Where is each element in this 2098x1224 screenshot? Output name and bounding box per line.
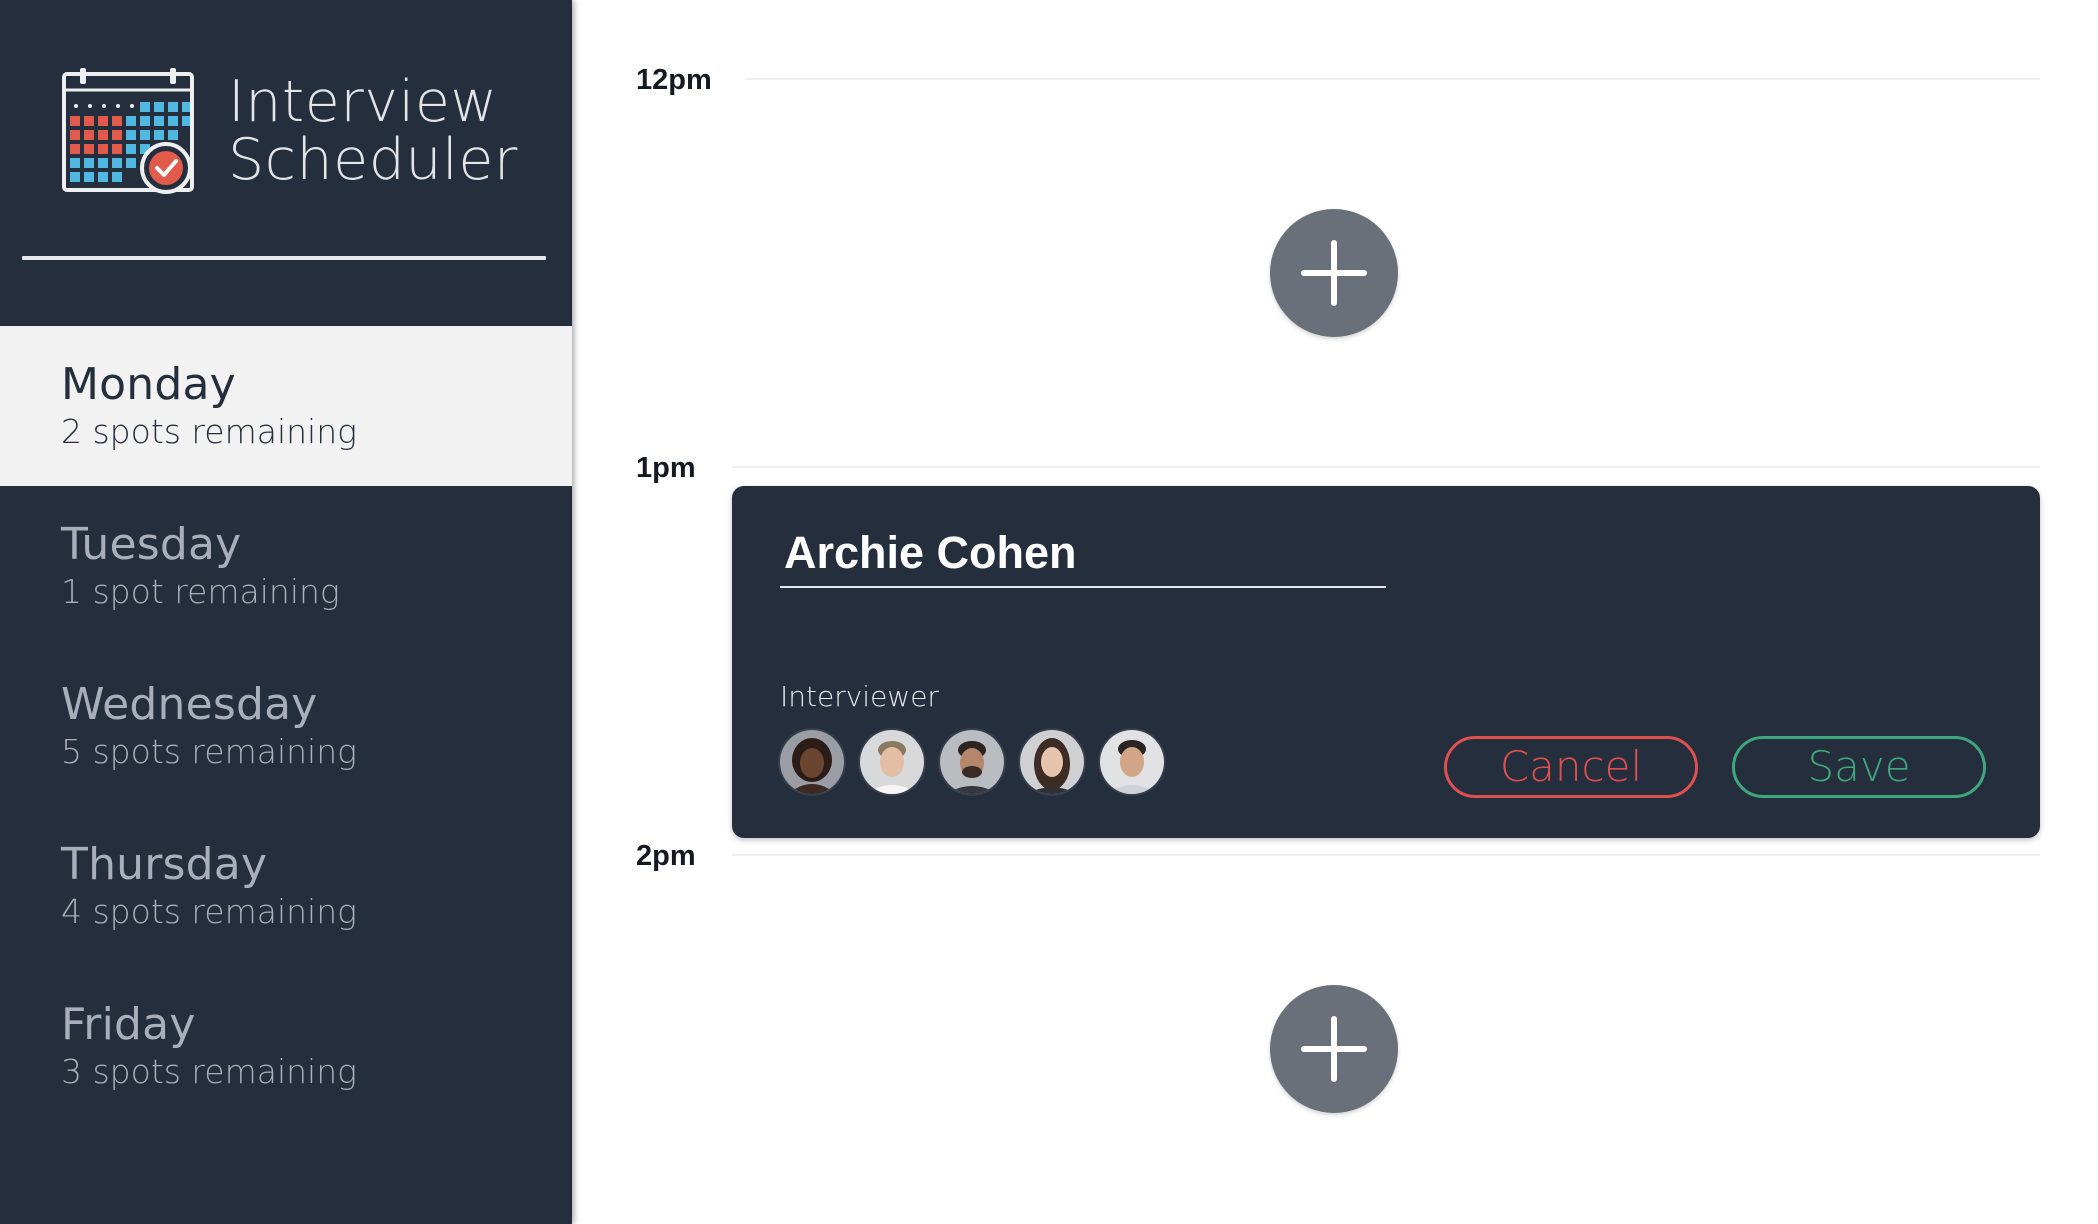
day-spots-remaining: 2 spots remaining [61, 412, 357, 451]
add-appointment-button[interactable] [1270, 209, 1398, 337]
plus-icon [1301, 1016, 1367, 1082]
day-name: Tuesday [61, 519, 242, 570]
cancel-button[interactable]: Cancel [1444, 736, 1698, 798]
hour-divider [732, 854, 2040, 856]
brand: Interview Scheduler [62, 68, 518, 194]
sidebar-divider [22, 256, 546, 260]
day-spots-remaining: 5 spots remaining [61, 732, 357, 771]
day-name: Wednesday [61, 679, 318, 730]
day-item-friday[interactable]: Friday 3 spots remaining [0, 966, 572, 1126]
day-spots-remaining: 3 spots remaining [61, 1052, 357, 1091]
day-item-monday[interactable]: Monday 2 spots remaining [0, 326, 572, 486]
interviewer-avatar-1[interactable] [780, 730, 844, 794]
interviewer-label: Interviewer [780, 680, 939, 713]
day-name: Thursday [61, 839, 268, 890]
avatar [1020, 730, 1084, 794]
app-title: Interview Scheduler [228, 73, 518, 189]
plus-icon [1301, 240, 1367, 306]
interviewer-list [780, 730, 1180, 794]
app-title-line-1: Interview [228, 69, 498, 135]
add-appointment-button[interactable] [1270, 985, 1398, 1113]
calendar-check-icon [62, 68, 194, 194]
day-list: Monday 2 spots remaining Tuesday 1 spot … [0, 326, 572, 1126]
app-title-line-2: Scheduler [228, 127, 518, 193]
sidebar: Interview Scheduler Monday 2 spots remai… [0, 0, 572, 1224]
interviewer-avatar-5[interactable] [1100, 730, 1164, 794]
interviewer-avatar-3[interactable] [940, 730, 1004, 794]
day-item-thursday[interactable]: Thursday 4 spots remaining [0, 806, 572, 966]
day-item-wednesday[interactable]: Wednesday 5 spots remaining [0, 646, 572, 806]
hour-divider [746, 78, 2040, 80]
avatar [780, 730, 844, 794]
day-name: Friday [61, 999, 196, 1050]
hour-divider [732, 466, 2040, 468]
time-label-12pm: 12pm [636, 64, 712, 96]
avatar [940, 730, 1004, 794]
interviewer-avatar-2[interactable] [860, 730, 924, 794]
day-spots-remaining: 1 spot remaining [61, 572, 340, 611]
day-spots-remaining: 4 spots remaining [61, 892, 357, 931]
avatar [860, 730, 924, 794]
student-name-input[interactable] [780, 526, 1386, 588]
avatar [1100, 730, 1164, 794]
day-item-tuesday[interactable]: Tuesday 1 spot remaining [0, 486, 572, 646]
time-label-2pm: 2pm [636, 840, 696, 872]
save-button[interactable]: Save [1732, 736, 1986, 798]
time-label-1pm: 1pm [636, 452, 696, 484]
day-name: Monday [61, 359, 236, 410]
appointment-form: Interviewer [732, 486, 2040, 838]
interviewer-avatar-4[interactable] [1020, 730, 1084, 794]
